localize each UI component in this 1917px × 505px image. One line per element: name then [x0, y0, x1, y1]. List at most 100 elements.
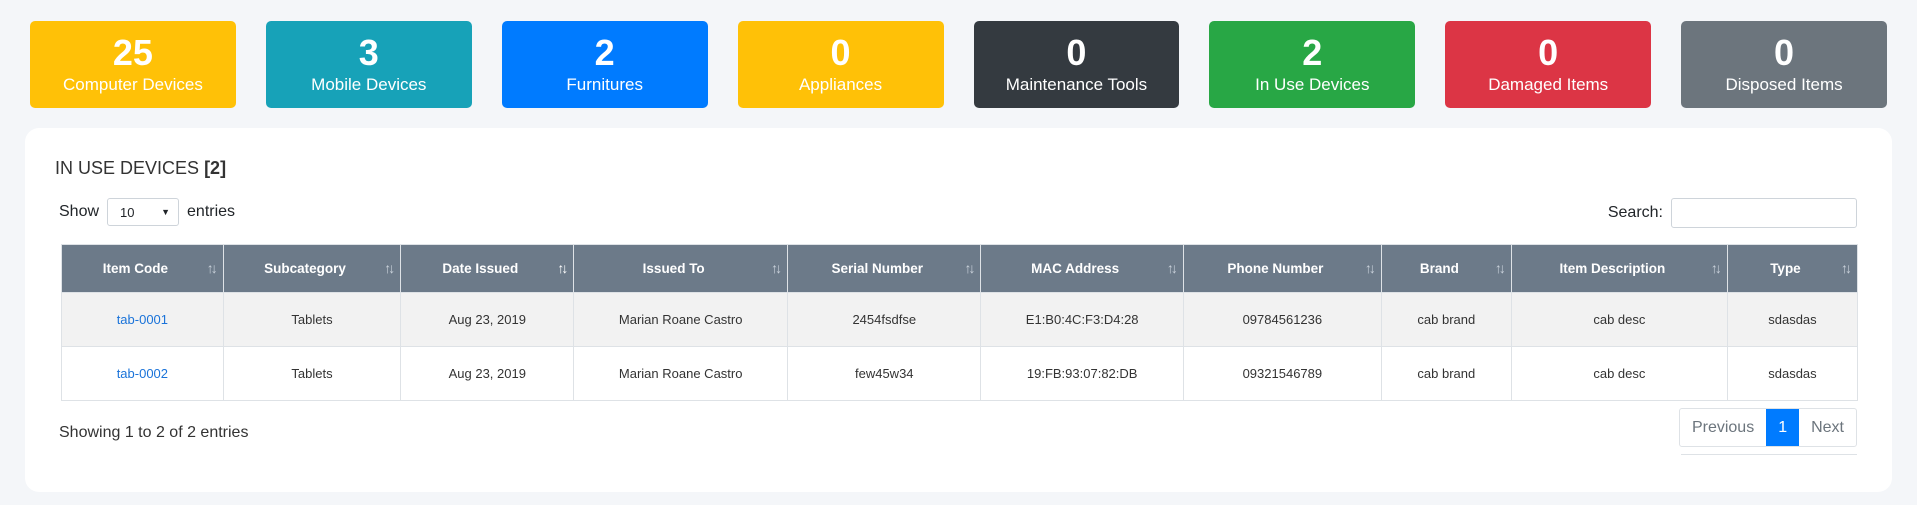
caret-down-icon: ▼	[161, 207, 171, 217]
card-title: IN USE DEVICES [2]	[55, 158, 226, 179]
stat-card-computer-devices[interactable]: 25 Computer Devices	[30, 21, 236, 108]
stat-card-damaged-items[interactable]: 0 Damaged Items	[1445, 21, 1652, 108]
cell-item-description: cab desc	[1510, 292, 1728, 347]
sort-icon: ↑↓	[1166, 260, 1178, 276]
cell-date-issued: Aug 23, 2019	[400, 346, 575, 401]
cell-subcategory: Tablets	[222, 346, 402, 401]
table-row: tab-0002 Tablets Aug 23, 2019 Marian Roa…	[61, 346, 1859, 401]
column-header-label: Item Code	[102, 261, 168, 276]
stat-label: Disposed Items	[1725, 74, 1843, 94]
cell-brand: cab brand	[1380, 292, 1512, 347]
sort-icon: ↑↓	[1364, 260, 1376, 276]
column-header-label: Type	[1770, 261, 1801, 276]
col-item-code[interactable]: Item Code ↑↓	[61, 244, 224, 293]
stat-count: 0	[1774, 31, 1795, 73]
column-header-label: Serial Number	[831, 261, 924, 276]
sort-active-icon: ↑↓	[557, 260, 568, 276]
cell-item-code: tab-0001	[61, 292, 224, 347]
sort-icon: ↑↓	[771, 260, 782, 276]
stat-card-maintenance-tools[interactable]: 0 Maintenance Tools	[973, 21, 1180, 108]
stat-count: 3	[358, 31, 379, 73]
column-header-label: Item Description	[1559, 261, 1666, 276]
col-item-description[interactable]: Item Description ↑↓	[1510, 244, 1728, 293]
col-serial-number[interactable]: Serial Number ↑↓	[787, 244, 982, 293]
cell-brand: cab brand	[1380, 346, 1512, 401]
cell-type: sdasdas	[1726, 346, 1859, 401]
in-use-devices-table: Item Code ↑↓ Subcategory ↑↓ Date Issued ↑↓ …	[61, 244, 1859, 401]
entries-label: entries	[187, 203, 236, 220]
col-brand[interactable]: Brand ↑↓	[1380, 244, 1512, 293]
pagination-divider	[1681, 454, 1857, 455]
sort-icon: ↑↓	[964, 260, 975, 276]
entries-select-value: 10	[120, 204, 135, 220]
cell-issued-to: Marian Roane Castro	[573, 346, 789, 401]
stat-label: Maintenance Tools	[1005, 74, 1148, 94]
stat-label: Furnitures	[566, 74, 643, 94]
table-header-row: Item Code ↑↓ Subcategory ↑↓ Date Issued ↑↓ …	[61, 244, 1859, 293]
page-button-current[interactable]: 1	[1766, 409, 1800, 446]
entries-select[interactable]: 10 ▼	[107, 198, 180, 226]
col-phone-number[interactable]: Phone Number ↑↓	[1182, 244, 1382, 293]
column-header-label: Phone Number	[1227, 261, 1324, 276]
cell-mac-address: E1:B0:4C:F3:D4:28	[980, 292, 1184, 347]
col-issued-to[interactable]: Issued To ↑↓	[573, 244, 789, 293]
cell-issued-to: Marian Roane Castro	[573, 292, 789, 347]
stat-card-disposed-items[interactable]: 0 Disposed Items	[1681, 21, 1887, 108]
col-type[interactable]: Type ↑↓	[1726, 244, 1859, 293]
cell-date-issued: Aug 23, 2019	[400, 292, 575, 347]
card-title-text: IN USE DEVICES	[55, 158, 200, 178]
col-mac-address[interactable]: MAC Address ↑↓	[980, 244, 1184, 293]
stat-label: Damaged Items	[1488, 74, 1609, 94]
sort-icon: ↑↓	[1494, 260, 1506, 276]
item-code-link[interactable]: tab-0001	[117, 312, 168, 327]
search-input[interactable]	[1671, 198, 1857, 228]
next-button[interactable]: Next	[1799, 409, 1856, 446]
stat-card-mobile-devices[interactable]: 3 Mobile Devices	[265, 21, 472, 108]
column-header-label: Issued To	[642, 261, 705, 276]
sort-icon: ↑↓	[206, 260, 218, 276]
stat-count: 0	[1538, 31, 1559, 73]
cell-serial-number: 2454fsdfse	[787, 292, 982, 347]
cell-phone-number: 09784561236	[1182, 292, 1382, 347]
stat-count: 0	[830, 31, 851, 73]
stat-count: 2	[594, 31, 615, 73]
show-label: Show	[59, 203, 100, 220]
search-label: Search:	[1607, 204, 1663, 221]
stat-count: 25	[112, 31, 153, 73]
cell-subcategory: Tablets	[222, 292, 402, 347]
stat-label: Mobile Devices	[311, 74, 427, 94]
cell-item-description: cab desc	[1510, 346, 1728, 401]
column-header-label: Date Issued	[442, 261, 519, 276]
cell-item-code: tab-0002	[61, 346, 224, 401]
col-date-issued[interactable]: Date Issued ↑↓	[400, 244, 575, 293]
stat-label: In Use Devices	[1255, 74, 1370, 94]
previous-button[interactable]: Previous	[1680, 409, 1766, 446]
in-use-devices-card: IN USE DEVICES [2] Show 10 ▼ entries Sea…	[25, 128, 1892, 492]
column-header-label: MAC Address	[1031, 261, 1120, 276]
sort-icon: ↑↓	[1841, 260, 1852, 276]
sort-icon: ↑↓	[1710, 260, 1722, 276]
col-subcategory[interactable]: Subcategory ↑↓	[222, 244, 402, 293]
cell-serial-number: few45w34	[787, 346, 982, 401]
stat-label: Appliances	[798, 74, 883, 94]
table-row: tab-0001 Tablets Aug 23, 2019 Marian Roa…	[61, 292, 1859, 347]
stat-label: Computer Devices	[63, 74, 203, 94]
column-header-label: Subcategory	[264, 261, 346, 276]
entries-length-control: Show 10 ▼ entries	[59, 198, 235, 226]
stat-card-furnitures[interactable]: 2 Furnitures	[501, 21, 708, 108]
stat-count: 0	[1066, 31, 1087, 73]
sort-icon: ↑↓	[384, 260, 395, 276]
item-code-link[interactable]: tab-0002	[117, 366, 168, 381]
table-search: Search:	[1608, 198, 1857, 228]
cell-phone-number: 09321546789	[1182, 346, 1382, 401]
stat-cards: 25 Computer Devices 3 Mobile Devices 2 F…	[30, 21, 1887, 108]
cell-type: sdasdas	[1726, 292, 1859, 347]
cell-mac-address: 19:FB:93:07:82:DB	[980, 346, 1184, 401]
table-info: Showing 1 to 2 of 2 entries	[59, 424, 249, 441]
stat-card-in-use-devices[interactable]: 2 In Use Devices	[1209, 21, 1416, 108]
stat-count: 2	[1302, 31, 1323, 73]
column-header-label: Brand	[1419, 261, 1459, 276]
pagination: Previous 1 Next	[1678, 408, 1857, 447]
stat-card-appliances[interactable]: 0 Appliances	[737, 21, 944, 108]
card-title-count: [2]	[204, 158, 227, 178]
